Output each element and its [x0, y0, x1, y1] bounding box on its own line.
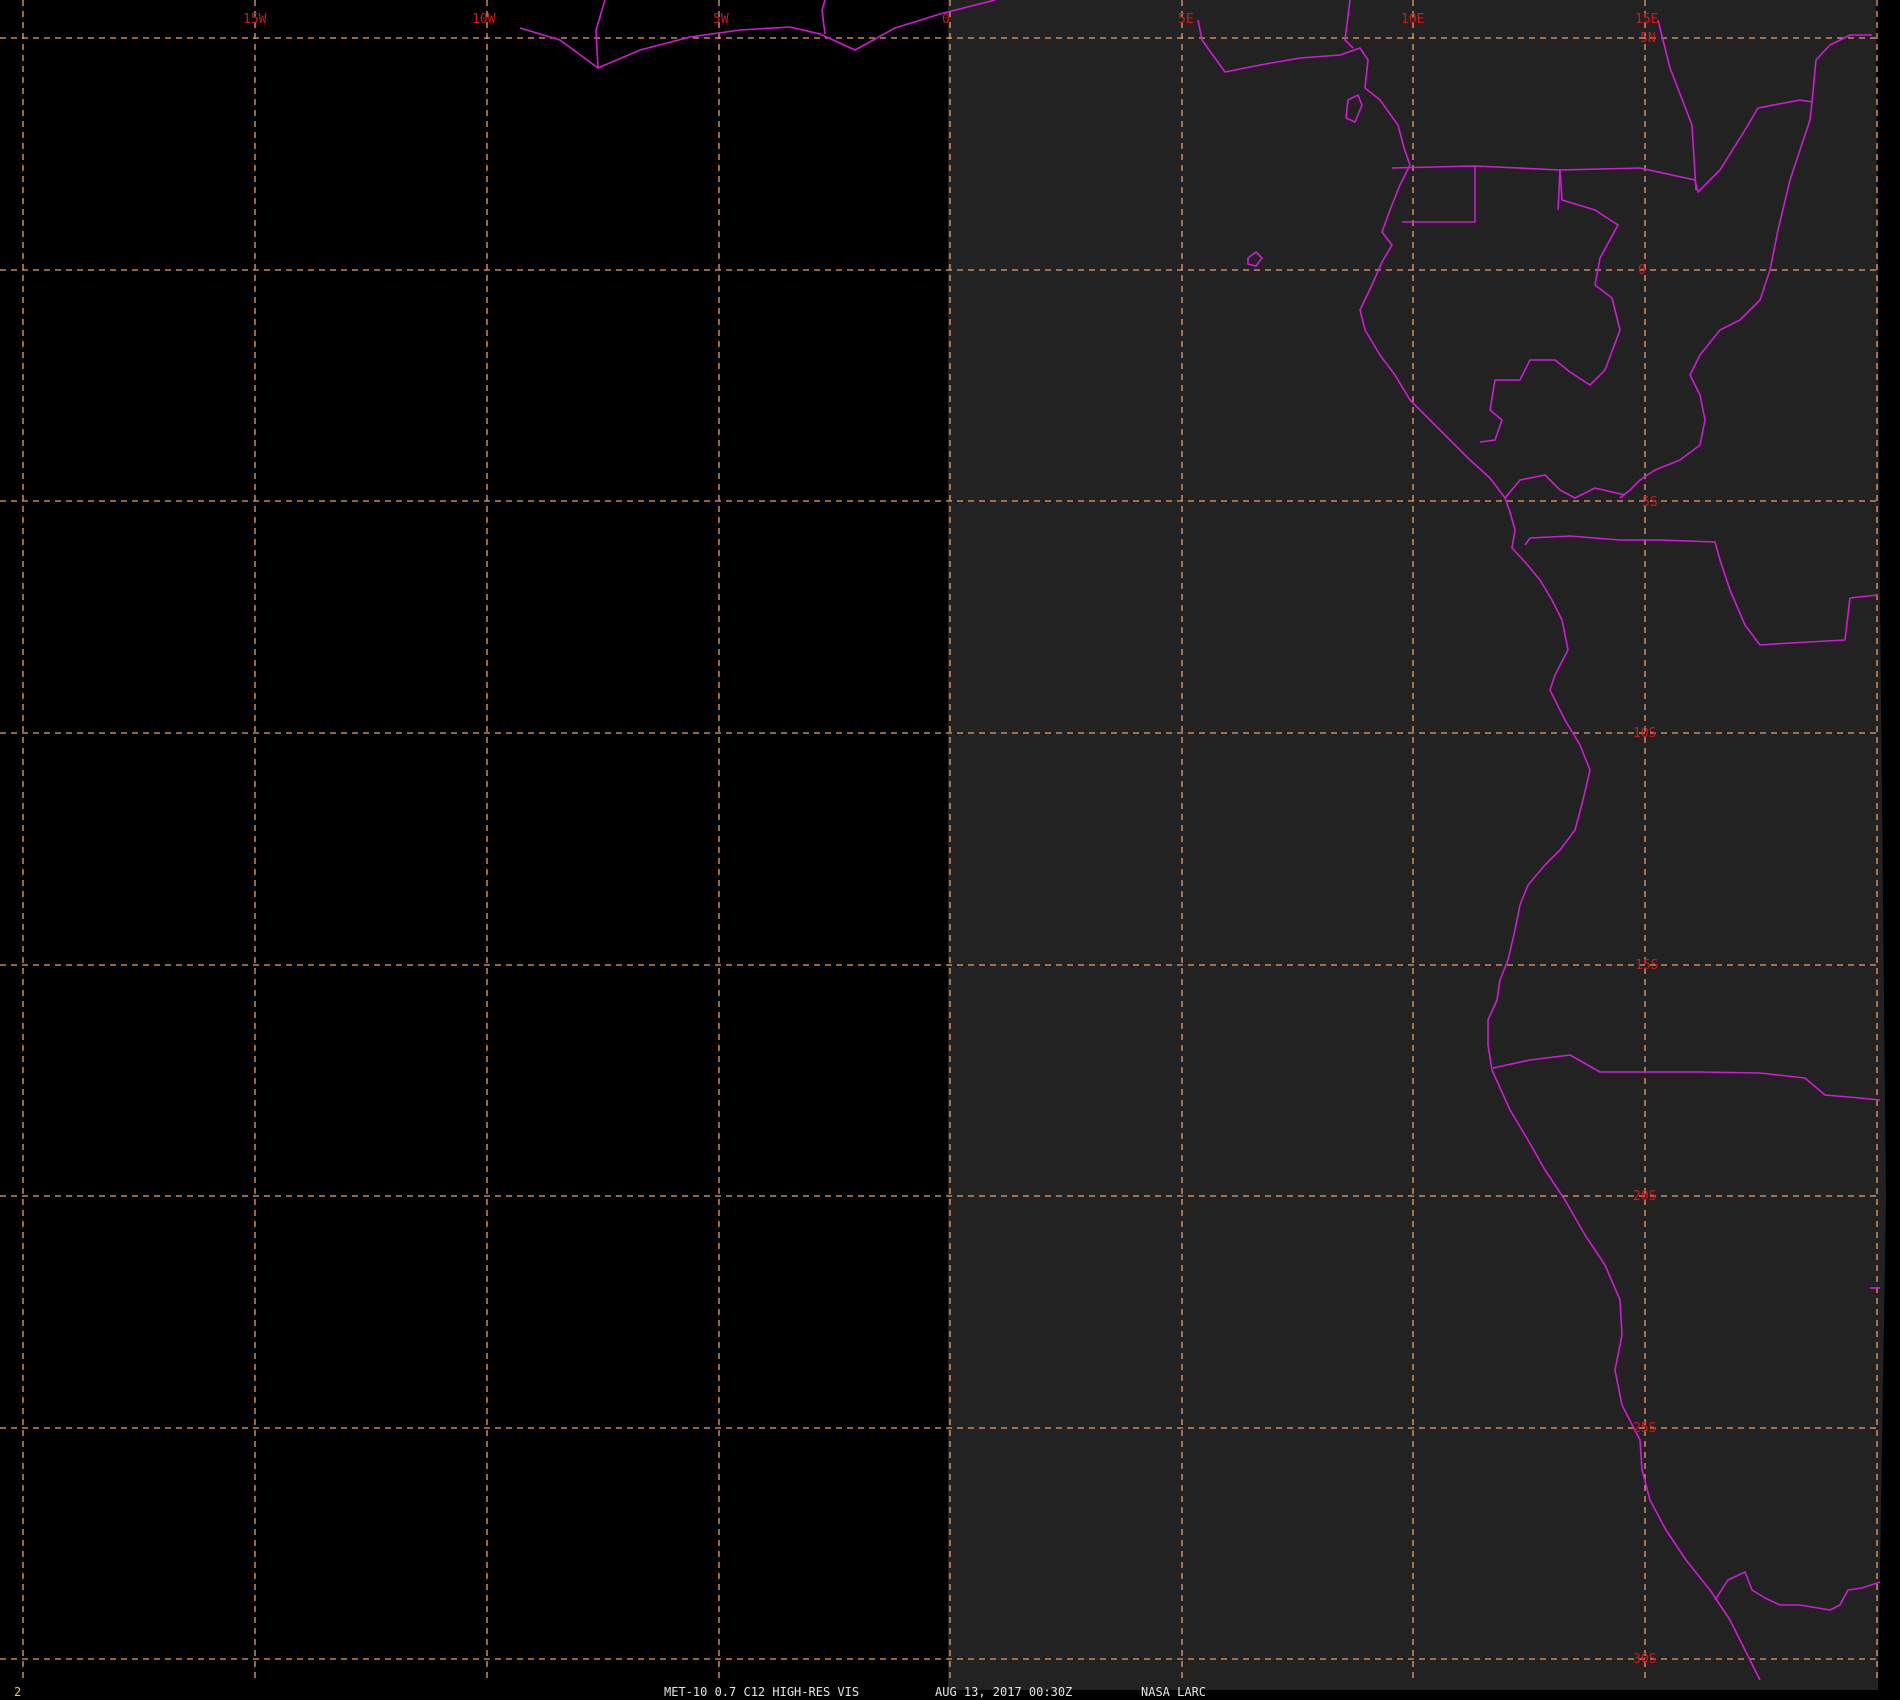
lon-label-10e: 10E — [1401, 12, 1424, 27]
timestamp-label: AUG 13, 2017 00:30Z — [935, 1685, 1072, 1699]
lon-label-5w: 5W — [713, 12, 729, 27]
lon-label-15e: 15E — [1635, 12, 1658, 27]
lat-label-0: 0 — [1638, 263, 1646, 278]
lat-label-10s: 10S — [1633, 726, 1656, 741]
frame-number: 2 — [14, 1685, 21, 1699]
lon-label-15w: 15W — [243, 12, 267, 27]
lat-label-20s: 20S — [1633, 1189, 1656, 1204]
lon-label-10w: 10W — [472, 12, 496, 27]
lon-label-0: 0 — [942, 12, 950, 27]
lat-label-30s: 30S — [1633, 1652, 1656, 1667]
product-label: MET-10 0.7 C12 HIGH-RES VIS — [664, 1685, 859, 1699]
lat-label-5s: 5S — [1642, 495, 1658, 510]
day-region — [948, 0, 1886, 1690]
lat-label-15s: 15S — [1635, 958, 1658, 973]
lon-label-5e: 5E — [1178, 12, 1194, 27]
lat-label-25s: 25S — [1633, 1421, 1656, 1436]
lat-label-5n: 5N — [1640, 31, 1656, 46]
credit-label: NASA LARC — [1141, 1685, 1206, 1699]
satellite-map: 15W 10W 5W 0 5E 10E 15E 5N 0 5S 10S 15S … — [0, 0, 1900, 1700]
